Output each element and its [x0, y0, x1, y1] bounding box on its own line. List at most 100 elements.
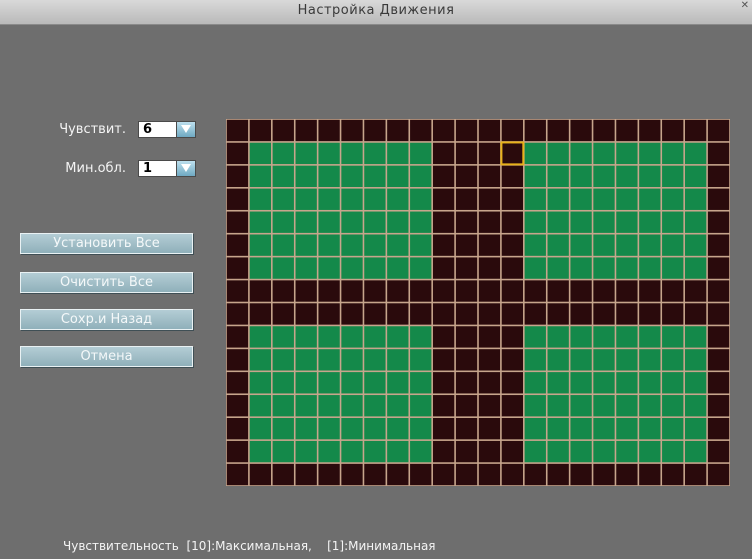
grid-cell-active[interactable]	[318, 326, 340, 348]
grid-cell-active[interactable]	[593, 234, 615, 256]
grid-cell-inactive[interactable]	[478, 257, 501, 279]
grid-cell-inactive[interactable]	[616, 303, 638, 325]
grid-cell-inactive[interactable]	[249, 303, 272, 325]
grid-cell-active[interactable]	[593, 372, 615, 394]
grid-cell-inactive[interactable]	[387, 119, 409, 142]
grid-cell-active[interactable]	[639, 165, 661, 188]
grid-cell-active[interactable]	[295, 440, 317, 463]
grid-cell-active[interactable]	[593, 440, 615, 463]
grid-cell-inactive[interactable]	[226, 257, 249, 279]
grid-cell-active[interactable]	[249, 211, 272, 233]
grid-cell-active[interactable]	[341, 142, 363, 165]
grid-cell-inactive[interactable]	[341, 280, 363, 302]
grid-cell-active[interactable]	[410, 211, 432, 233]
grid-cell-active[interactable]	[524, 165, 546, 188]
grid-cell-active[interactable]	[524, 211, 546, 233]
sensitivity-select[interactable]: 6	[138, 121, 196, 138]
grid-cell-inactive[interactable]	[455, 211, 478, 233]
grid-cell-active[interactable]	[295, 188, 317, 210]
grid-cell-inactive[interactable]	[593, 463, 615, 486]
grid-cell-active[interactable]	[318, 372, 340, 394]
grid-cell-active[interactable]	[593, 165, 615, 188]
grid-cell-active[interactable]	[547, 417, 569, 440]
grid-cell-inactive[interactable]	[639, 463, 661, 486]
grid-cell-active[interactable]	[547, 349, 569, 371]
grid-cell-active[interactable]	[295, 234, 317, 256]
grid-cell-active[interactable]	[639, 395, 661, 417]
grid-cell-active[interactable]	[272, 372, 294, 394]
grid-cell-inactive[interactable]	[341, 463, 363, 486]
grid-cell-active[interactable]	[387, 142, 409, 165]
grid-cell-inactive[interactable]	[593, 280, 615, 302]
grid-cell-active[interactable]	[570, 440, 592, 463]
grid-cell-active[interactable]	[249, 142, 272, 165]
grid-cell-active[interactable]	[364, 142, 386, 165]
grid-cell-inactive[interactable]	[249, 119, 272, 142]
grid-cell-active[interactable]	[295, 211, 317, 233]
chevron-down-icon[interactable]	[176, 161, 195, 176]
grid-cell-active[interactable]	[364, 188, 386, 210]
grid-cell-active[interactable]	[387, 257, 409, 279]
grid-cell-active[interactable]	[410, 188, 432, 210]
grid-cell-inactive[interactable]	[455, 234, 478, 256]
grid-cell-inactive[interactable]	[707, 417, 730, 440]
grid-cell-active[interactable]	[341, 395, 363, 417]
grid-cell-inactive[interactable]	[226, 188, 249, 210]
grid-cell-inactive[interactable]	[478, 395, 501, 417]
grid-cell-active[interactable]	[387, 188, 409, 210]
grid-cell-inactive[interactable]	[570, 280, 592, 302]
grid-cell-inactive[interactable]	[707, 211, 730, 233]
grid-cell-inactive[interactable]	[272, 463, 294, 486]
grid-cell-inactive[interactable]	[226, 417, 249, 440]
grid-cell-inactive[interactable]	[272, 280, 294, 302]
grid-cell-inactive[interactable]	[478, 119, 501, 142]
grid-cell-active[interactable]	[570, 211, 592, 233]
grid-cell-inactive[interactable]	[341, 119, 363, 142]
grid-cell-active[interactable]	[364, 349, 386, 371]
grid-cell-active[interactable]	[295, 257, 317, 279]
grid-cell-active[interactable]	[547, 395, 569, 417]
grid-cell-inactive[interactable]	[662, 463, 684, 486]
grid-cell-active[interactable]	[616, 349, 638, 371]
grid-cell-active[interactable]	[570, 165, 592, 188]
grid-cell-active[interactable]	[593, 349, 615, 371]
grid-cell-active[interactable]	[616, 326, 638, 348]
grid-cell-active[interactable]	[341, 417, 363, 440]
grid-cell-active[interactable]	[547, 188, 569, 210]
grid-cell-inactive[interactable]	[455, 165, 478, 188]
grid-cell-active[interactable]	[410, 326, 432, 348]
grid-cell-active[interactable]	[364, 234, 386, 256]
grid-cell-inactive[interactable]	[707, 142, 730, 165]
close-icon[interactable]: ✕	[741, 0, 749, 11]
grid-cell-inactive[interactable]	[662, 280, 684, 302]
grid-cell-active[interactable]	[410, 349, 432, 371]
grid-cell-inactive[interactable]	[226, 349, 249, 371]
grid-cell-active[interactable]	[639, 326, 661, 348]
save-back-button[interactable]: Сохр.и Назад	[20, 309, 193, 330]
grid-cell-active[interactable]	[684, 165, 707, 188]
grid-cell-active[interactable]	[547, 165, 569, 188]
grid-cell-active[interactable]	[364, 372, 386, 394]
grid-cell-active[interactable]	[662, 142, 684, 165]
grid-cell-inactive[interactable]	[432, 303, 455, 325]
grid-cell-active[interactable]	[318, 188, 340, 210]
grid-cell-inactive[interactable]	[226, 372, 249, 394]
grid-cell-inactive[interactable]	[295, 119, 317, 142]
grid-cell-inactive[interactable]	[616, 119, 638, 142]
grid-cell-inactive[interactable]	[226, 463, 249, 486]
grid-cell-inactive[interactable]	[501, 142, 524, 165]
grid-cell-inactive[interactable]	[684, 280, 707, 302]
grid-cell-inactive[interactable]	[226, 119, 249, 142]
grid-cell-inactive[interactable]	[707, 119, 730, 142]
grid-cell-inactive[interactable]	[616, 280, 638, 302]
grid-cell-active[interactable]	[570, 142, 592, 165]
grid-cell-inactive[interactable]	[478, 211, 501, 233]
grid-cell-active[interactable]	[662, 165, 684, 188]
grid-cell-active[interactable]	[639, 417, 661, 440]
grid-cell-inactive[interactable]	[432, 326, 455, 348]
grid-cell-inactive[interactable]	[272, 303, 294, 325]
grid-cell-active[interactable]	[410, 257, 432, 279]
grid-cell-inactive[interactable]	[684, 303, 707, 325]
grid-cell-active[interactable]	[662, 188, 684, 210]
grid-cell-inactive[interactable]	[432, 119, 455, 142]
